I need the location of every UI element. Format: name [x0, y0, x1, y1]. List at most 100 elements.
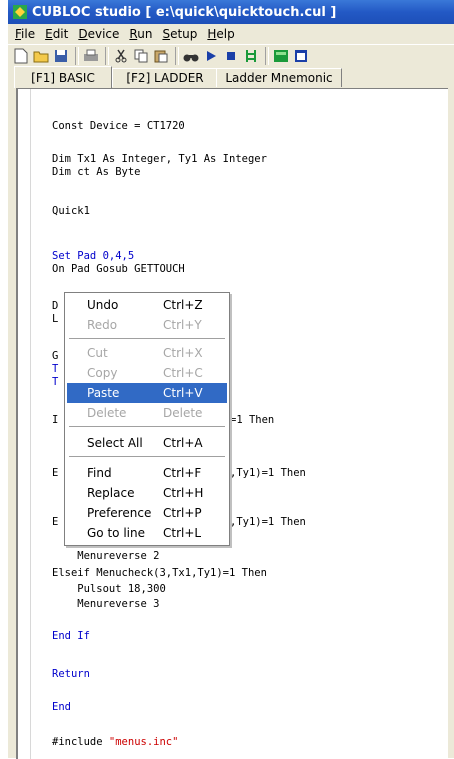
- stop-icon[interactable]: [222, 47, 240, 65]
- tab-mnemonic-label: Ladder Mnemonic: [225, 71, 333, 85]
- code-line-quick: Quick1: [52, 205, 90, 217]
- paste-shortcut: Ctrl+V: [163, 386, 203, 400]
- delete-shortcut: Delete: [163, 406, 203, 420]
- code-fragment: G: [52, 350, 59, 362]
- menu-item-cut[interactable]: Cut Ctrl+X: [67, 343, 227, 363]
- select-all-shortcut: Ctrl+A: [163, 436, 203, 450]
- cut-shortcut: Ctrl+X: [163, 346, 203, 360]
- code-line-dim-ct: Dim ct As Byte: [52, 166, 141, 178]
- menu-item-find[interactable]: Find Ctrl+F: [67, 463, 227, 483]
- code-line-end: End: [52, 701, 71, 713]
- menu-item-undo[interactable]: Undo Ctrl+Z: [67, 295, 227, 315]
- code-fragment: D: [52, 300, 59, 312]
- goto-label: Go to line: [87, 526, 145, 540]
- code-fragment: L: [52, 313, 59, 325]
- include-directive: #include: [52, 736, 109, 748]
- select-all-label: Select All: [87, 436, 143, 450]
- tab-ladder[interactable]: [F2] LADDER: [112, 68, 218, 87]
- redo-shortcut: Ctrl+Y: [163, 318, 202, 332]
- code-line-menureverse3: Menureverse 3: [52, 598, 160, 610]
- replace-label: Replace: [87, 486, 135, 500]
- editor-gutter: [18, 89, 31, 759]
- code-line-dim-tx: Dim Tx1 As Integer, Ty1 As Integer: [52, 153, 267, 165]
- code-line-const: Const Device = CT1720: [52, 120, 185, 132]
- code-fragment-right: ,Ty1)=1 Then: [230, 516, 306, 528]
- redo-label: Redo: [87, 318, 118, 332]
- find-label: Find: [87, 466, 112, 480]
- menu-item-copy[interactable]: Copy Ctrl+C: [67, 363, 227, 383]
- cubloc-app-icon: [12, 4, 28, 20]
- preference-shortcut: Ctrl+P: [163, 506, 202, 520]
- menu-separator: [69, 426, 225, 427]
- menu-item-preference[interactable]: Preference Ctrl+P: [67, 503, 227, 523]
- menu-file[interactable]: File: [10, 27, 40, 41]
- code-line-elseif3: Elseif Menucheck(3,Tx1,Ty1)=1 Then: [52, 567, 267, 579]
- code-fragment: T: [52, 363, 59, 375]
- tab-basic[interactable]: [F1] BASIC: [14, 66, 112, 88]
- undo-label: Undo: [87, 298, 119, 312]
- menu-item-paste[interactable]: Paste Ctrl+V: [67, 383, 227, 403]
- paste-icon[interactable]: [152, 47, 170, 65]
- open-folder-icon[interactable]: [32, 47, 50, 65]
- new-file-icon[interactable]: [12, 47, 30, 65]
- menu-edit[interactable]: Edit: [40, 27, 73, 41]
- menu-help[interactable]: Help: [202, 27, 239, 41]
- ladder-icon[interactable]: [242, 47, 260, 65]
- save-icon[interactable]: [52, 47, 70, 65]
- toolbar-separator: [265, 47, 269, 65]
- code-fragment-right: =1 Then: [230, 414, 274, 427]
- menu-separator: [69, 338, 225, 339]
- run-icon[interactable]: [202, 47, 220, 65]
- find-shortcut: Ctrl+F: [163, 466, 202, 480]
- tab-ladder-label: [F2] LADDER: [126, 71, 204, 85]
- menu-item-goto-line[interactable]: Go to line Ctrl+L: [67, 523, 227, 543]
- copy-icon[interactable]: [132, 47, 150, 65]
- cut-icon[interactable]: [112, 47, 130, 65]
- delete-label: Delete: [87, 406, 127, 420]
- copy-label: Copy: [87, 366, 118, 380]
- editor-tabs: [F1] BASIC [F2] LADDER Ladder Mnemonic: [8, 66, 454, 88]
- toolbar-separator: [105, 47, 109, 65]
- toolbar: [8, 44, 454, 67]
- menu-device[interactable]: Device: [73, 27, 124, 41]
- menu-separator: [69, 456, 225, 457]
- include-filename: "menus.inc": [108, 736, 179, 748]
- replace-shortcut: Ctrl+H: [163, 486, 204, 500]
- toolbar-separator: [75, 47, 79, 65]
- toolbar-separator: [175, 47, 179, 65]
- menu-item-redo[interactable]: Redo Ctrl+Y: [67, 315, 227, 335]
- copy-shortcut: Ctrl+C: [163, 366, 203, 380]
- code-fragment: T: [52, 376, 59, 388]
- menu-run[interactable]: Run: [124, 27, 157, 41]
- tab-basic-label: [F1] BASIC: [31, 70, 95, 85]
- code-line-include: #include "menus.inc": [52, 736, 178, 749]
- menu-item-replace[interactable]: Replace Ctrl+H: [67, 483, 227, 503]
- undo-shortcut: Ctrl+Z: [163, 298, 203, 312]
- menu-item-select-all[interactable]: Select All Ctrl+A: [67, 433, 227, 453]
- code-then: =1 Then: [230, 414, 275, 426]
- code-line-return: Return: [52, 668, 90, 680]
- code-fragment: E: [52, 516, 59, 528]
- cut-label: Cut: [87, 346, 108, 360]
- goto-shortcut: Ctrl+L: [163, 526, 202, 540]
- find-icon[interactable]: [182, 47, 200, 65]
- code-line-pulsout: Pulsout 18,300: [52, 583, 166, 595]
- tab-ladder-mnemonic[interactable]: Ladder Mnemonic: [216, 68, 342, 87]
- edit-context-menu: Undo Ctrl+Z Redo Ctrl+Y Cut Ctrl+X Copy Ctrl…: [64, 292, 230, 546]
- preference-label: Preference: [87, 506, 152, 520]
- code-line-onpad: On Pad Gosub GETTOUCH: [52, 263, 185, 275]
- window-title: CUBLOC studio [ e:\quick\quicktouch.cul …: [32, 4, 337, 20]
- code-line-endif: End If: [52, 630, 90, 642]
- title-bar[interactable]: CUBLOC studio [ e:\quick\quicktouch.cul …: [8, 0, 454, 24]
- code-line-menureverse2: Menureverse 2: [52, 550, 160, 562]
- menu-bar: File Edit Device Run Setup Help: [8, 24, 454, 44]
- monitor-icon[interactable]: [272, 47, 290, 65]
- code-fragment-right: ,Ty1)=1 Then: [230, 467, 306, 479]
- window-icon[interactable]: [292, 47, 310, 65]
- menu-setup[interactable]: Setup: [157, 27, 202, 41]
- paste-label: Paste: [87, 386, 120, 400]
- print-icon[interactable]: [82, 47, 100, 65]
- menu-item-delete[interactable]: Delete Delete: [67, 403, 227, 423]
- code-line-setpad: Set Pad 0,4,5: [52, 250, 135, 262]
- code-fragment: I: [52, 414, 59, 426]
